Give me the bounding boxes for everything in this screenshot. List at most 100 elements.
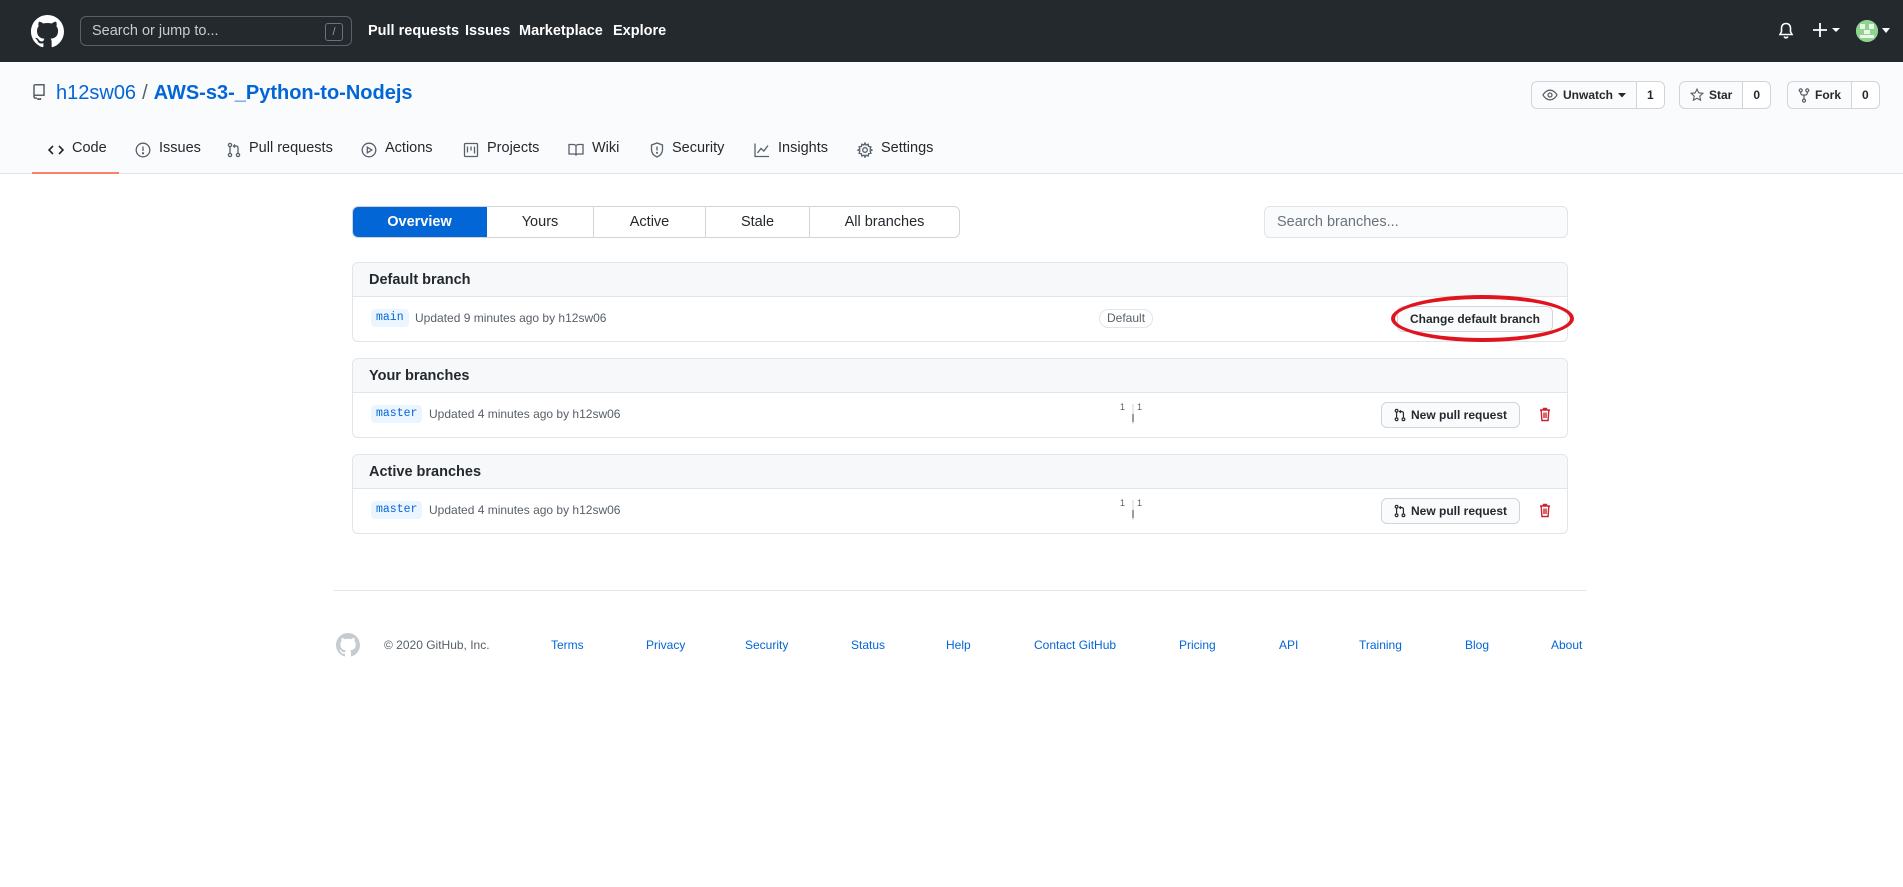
graph-icon [754, 143, 769, 158]
fork-icon [1798, 87, 1810, 103]
fork-button[interactable]: Fork [1788, 82, 1853, 108]
footer-divider [334, 590, 1586, 591]
behind-count: 1 [1120, 402, 1126, 412]
ahead-count: 1 [1137, 498, 1143, 508]
branch-row: master Updated 4 minutes ago by h12sw06 … [353, 393, 1567, 437]
nav-pull-requests[interactable]: Pull requests [368, 23, 459, 39]
repo-name-link[interactable]: AWS-s3-_Python-to-Nodejs [154, 82, 413, 104]
footer-link-privacy[interactable]: Privacy [646, 638, 685, 652]
footer-link-security[interactable]: Security [745, 638, 788, 652]
footer-copyright: © 2020 GitHub, Inc. [384, 638, 490, 652]
fork-label: Fork [1815, 88, 1842, 102]
branch-filter-active[interactable]: Active [594, 207, 706, 237]
tab-actions[interactable]: Actions [361, 140, 433, 174]
footer-link-blog[interactable]: Blog [1465, 638, 1489, 652]
footer-link-api[interactable]: API [1279, 638, 1298, 652]
change-default-branch-button[interactable]: Change default branch [1397, 306, 1554, 332]
branch-updated-meta: Updated 9 minutes ago by h12sw06 [415, 311, 607, 325]
branch-filter-stale[interactable]: Stale [706, 207, 810, 237]
watch-button-group: Unwatch 1 [1531, 81, 1665, 109]
star-count[interactable]: 0 [1743, 82, 1771, 108]
default-branch-heading: Default branch [353, 263, 1567, 297]
global-search-input[interactable]: Search or jump to... / [80, 16, 352, 46]
unwatch-label: Unwatch [1563, 88, 1614, 102]
notifications-bell-icon[interactable] [1778, 22, 1794, 40]
tab-pull-requests-label: Pull requests [249, 140, 333, 156]
footer-link-pricing[interactable]: Pricing [1179, 638, 1216, 652]
footer-link-about[interactable]: About [1551, 638, 1582, 652]
github-mark-icon[interactable] [336, 633, 360, 657]
global-header: Search or jump to... / Pull requests Iss… [0, 0, 1903, 62]
fork-count[interactable]: 0 [1852, 82, 1879, 108]
tab-code[interactable]: Code [32, 140, 119, 174]
star-button-group: Star 0 [1679, 81, 1772, 109]
tab-insights[interactable]: Insights [754, 140, 828, 174]
create-new-plus-icon[interactable] [1812, 21, 1842, 39]
nav-issues[interactable]: Issues [465, 23, 510, 39]
book-icon [568, 143, 584, 156]
tab-security-label: Security [672, 140, 725, 156]
behind-count: 1 [1120, 498, 1126, 508]
tab-pull-requests[interactable]: Pull requests [227, 140, 333, 174]
tab-actions-label: Actions [385, 140, 433, 156]
footer-link-training[interactable]: Training [1359, 638, 1402, 652]
branch-updated-meta: Updated 4 minutes ago by h12sw06 [429, 407, 621, 421]
repo-title-separator: / [142, 82, 148, 104]
branch-filter-overview[interactable]: Overview [353, 207, 487, 237]
git-pull-request-icon [227, 142, 241, 158]
tab-projects[interactable]: Projects [463, 140, 539, 174]
play-icon [361, 142, 377, 158]
new-pull-request-button[interactable]: New pull request [1381, 498, 1521, 524]
tab-security[interactable]: Security [650, 140, 724, 174]
tab-settings[interactable]: Settings [857, 140, 933, 174]
ahead-behind-indicator: 1 1 [1120, 498, 1150, 520]
footer-link-help[interactable]: Help [946, 638, 971, 652]
default-branch-section: Default branch main Updated 9 minutes ag… [352, 262, 1568, 342]
branch-row: main Updated 9 minutes ago by h12sw06 De… [353, 297, 1567, 341]
tab-projects-label: Projects [487, 140, 540, 156]
nav-explore[interactable]: Explore [613, 23, 666, 39]
repo-owner-link[interactable]: h12sw06 [56, 82, 136, 104]
ahead-behind-indicator: 1 1 [1120, 402, 1150, 424]
chevron-down-icon [1618, 92, 1627, 97]
branch-updated-meta: Updated 4 minutes ago by h12sw06 [429, 503, 621, 517]
active-branches-section: Active branches master Updated 4 minutes… [352, 454, 1568, 534]
issue-opened-icon [135, 142, 151, 158]
branch-name-link[interactable]: main [371, 309, 409, 327]
tab-wiki[interactable]: Wiki [568, 140, 619, 174]
trash-icon[interactable] [1539, 503, 1551, 518]
unwatch-button[interactable]: Unwatch [1532, 82, 1638, 108]
fork-button-group: Fork 0 [1787, 81, 1880, 109]
trash-icon[interactable] [1539, 407, 1551, 422]
nav-marketplace[interactable]: Marketplace [519, 23, 603, 39]
star-icon [1690, 88, 1704, 102]
tab-insights-label: Insights [778, 140, 828, 156]
new-pull-request-label: New pull request [1411, 408, 1508, 422]
repo-header: h12sw06 / AWS-s3-_Python-to-Nodejs Unwatch… [0, 62, 1903, 174]
branch-name-link[interactable]: master [371, 405, 423, 423]
user-menu[interactable] [1856, 20, 1890, 42]
new-pull-request-button[interactable]: New pull request [1381, 402, 1521, 428]
eye-icon [1542, 89, 1558, 101]
global-search-placeholder: Search or jump to... [92, 23, 219, 39]
active-branches-heading: Active branches [353, 455, 1567, 489]
ahead-behind-bar-icon [1132, 404, 1134, 424]
branch-filter-tabs: Overview Yours Active Stale All branches [352, 206, 960, 238]
branch-search-input[interactable] [1264, 206, 1568, 238]
watch-count[interactable]: 1 [1637, 82, 1664, 108]
ahead-behind-bar-icon [1132, 500, 1134, 520]
avatar[interactable] [1856, 20, 1878, 42]
branch-name-link[interactable]: master [371, 501, 423, 519]
branch-row: master Updated 4 minutes ago by h12sw06 … [353, 489, 1567, 533]
project-icon [463, 142, 479, 158]
tab-issues[interactable]: Issues [135, 140, 201, 174]
star-button[interactable]: Star [1680, 82, 1744, 108]
footer-link-contact-github[interactable]: Contact GitHub [1034, 638, 1116, 652]
git-pull-request-icon [1394, 504, 1406, 518]
branch-filter-all-branches[interactable]: All branches [810, 207, 959, 237]
github-logo-icon[interactable] [31, 15, 64, 48]
footer-link-status[interactable]: Status [851, 638, 885, 652]
tab-wiki-label: Wiki [592, 140, 620, 156]
branch-filter-yours[interactable]: Yours [487, 207, 594, 237]
footer-link-terms[interactable]: Terms [551, 638, 584, 652]
